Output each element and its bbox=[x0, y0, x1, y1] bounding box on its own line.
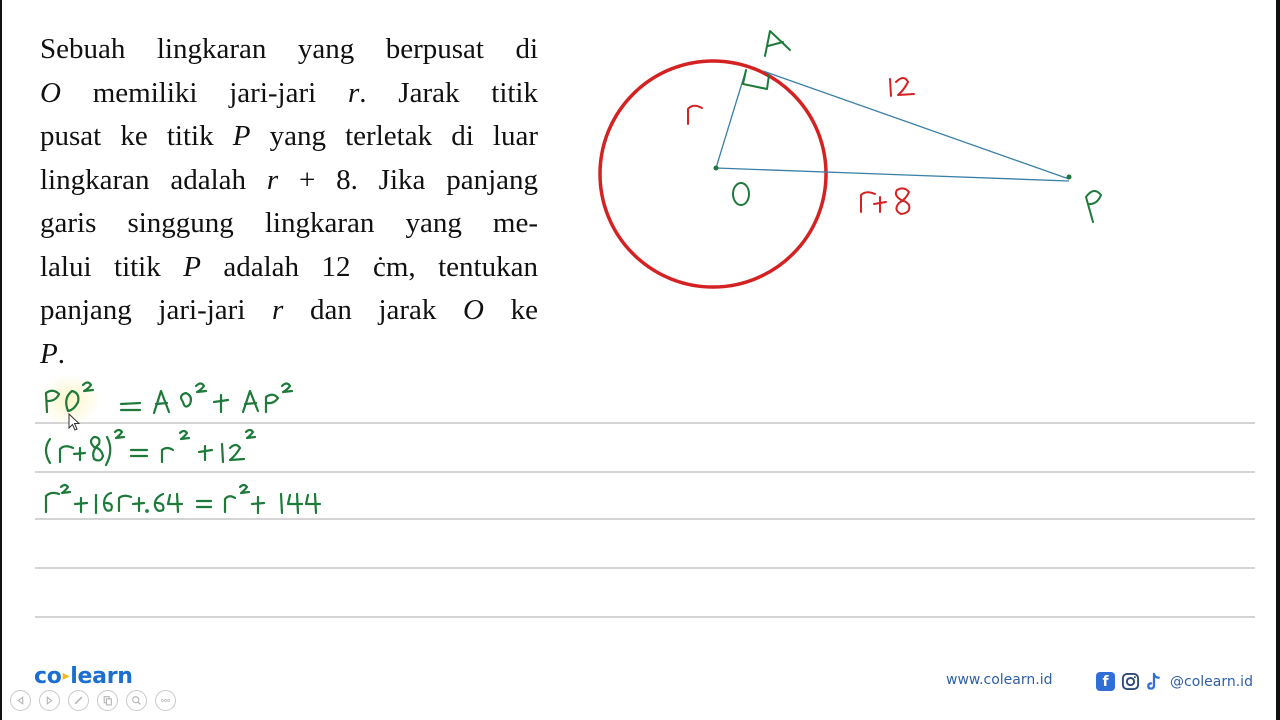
problem-line: panjang jari-jari r dan jarak O ke bbox=[40, 289, 538, 333]
ruled-line bbox=[35, 471, 1255, 473]
playback-controls bbox=[10, 690, 176, 711]
logo-text-left: co bbox=[34, 664, 62, 689]
instagram-icon[interactable] bbox=[1121, 672, 1140, 691]
left-edge bbox=[0, 0, 2, 720]
pen-icon bbox=[74, 696, 83, 705]
colearn-logo: co▸learn bbox=[34, 664, 133, 689]
var-r: r bbox=[347, 76, 360, 109]
text: lingkaran adalah bbox=[40, 163, 267, 196]
website-link[interactable]: www.colearn.id bbox=[946, 672, 1052, 688]
zoom-button[interactable] bbox=[126, 690, 147, 711]
label-A bbox=[764, 30, 791, 57]
text: adalah 12 ċm, tentukan bbox=[200, 250, 538, 283]
next-icon bbox=[46, 696, 53, 705]
tiktok-icon[interactable] bbox=[1146, 672, 1162, 691]
text: ke bbox=[484, 294, 539, 326]
work-line-3 bbox=[44, 483, 322, 515]
logo-dot: ▸ bbox=[62, 668, 70, 684]
right-edge bbox=[1276, 0, 1280, 720]
problem-line: lingkaran adalah r + 8. Jika panjang bbox=[40, 159, 538, 203]
var-P: P bbox=[40, 337, 58, 370]
previous-icon bbox=[17, 696, 24, 705]
problem-statement: Sebuah lingkaran yang berpusat di O memi… bbox=[40, 28, 538, 376]
line-OP bbox=[715, 167, 1070, 182]
text: memiliki jari-jari bbox=[60, 76, 348, 109]
label-12 bbox=[889, 77, 915, 97]
zoom-icon bbox=[132, 696, 141, 705]
ruled-line bbox=[35, 518, 1255, 520]
pen-button[interactable] bbox=[68, 690, 89, 711]
facebook-icon[interactable]: f bbox=[1096, 672, 1115, 691]
var-O: O bbox=[463, 294, 484, 326]
pages-button[interactable] bbox=[97, 690, 118, 711]
var-P: P bbox=[183, 250, 201, 283]
text: + 8. Jika panjang bbox=[278, 163, 539, 196]
text: . bbox=[57, 337, 65, 370]
problem-line: P. bbox=[40, 333, 538, 377]
point-O bbox=[713, 165, 719, 171]
social-links: f @colearn.id bbox=[1096, 672, 1253, 691]
problem-line: Sebuah lingkaran yang berpusat di bbox=[40, 33, 538, 65]
label-r-plus-8 bbox=[860, 187, 911, 215]
logo-text-right: learn bbox=[70, 664, 133, 689]
label-r bbox=[687, 104, 703, 125]
mouse-cursor-icon bbox=[68, 413, 81, 431]
var-P: P bbox=[232, 120, 251, 152]
var-r: r bbox=[266, 163, 279, 196]
radius-line-OA bbox=[715, 69, 747, 169]
ruled-line bbox=[35, 616, 1255, 618]
point-P bbox=[1066, 174, 1072, 180]
problem-line: lalui titik P adalah 12 ċm, tentukan bbox=[40, 246, 538, 290]
tangent-line-AP bbox=[762, 70, 1070, 180]
text: pusat ke titik bbox=[40, 120, 233, 152]
text: . Jarak titik bbox=[359, 76, 538, 109]
previous-button[interactable] bbox=[10, 690, 31, 711]
ruled-line bbox=[35, 567, 1255, 569]
label-P bbox=[1085, 190, 1102, 223]
next-button[interactable] bbox=[39, 690, 60, 711]
ruled-line bbox=[35, 422, 1255, 424]
pages-icon bbox=[103, 696, 112, 706]
text: panjang jari-jari bbox=[40, 294, 273, 326]
more-icon bbox=[161, 699, 170, 702]
text: yang terletak di luar bbox=[250, 120, 538, 152]
text: lalui titik bbox=[40, 250, 184, 283]
problem-line: garis singgung lingkaran yang me- bbox=[40, 207, 538, 239]
social-handle[interactable]: @colearn.id bbox=[1170, 674, 1253, 690]
circle bbox=[598, 59, 828, 289]
text: dan jarak bbox=[283, 294, 464, 326]
problem-line: pusat ke titik P yang terletak di luar bbox=[40, 115, 538, 159]
more-button[interactable] bbox=[155, 690, 176, 711]
var-O: O bbox=[40, 76, 61, 109]
var-r: r bbox=[272, 294, 284, 326]
label-O bbox=[732, 182, 750, 206]
work-line-2 bbox=[44, 428, 257, 467]
problem-line: O memiliki jari-jari r. Jarak titik bbox=[40, 72, 538, 116]
